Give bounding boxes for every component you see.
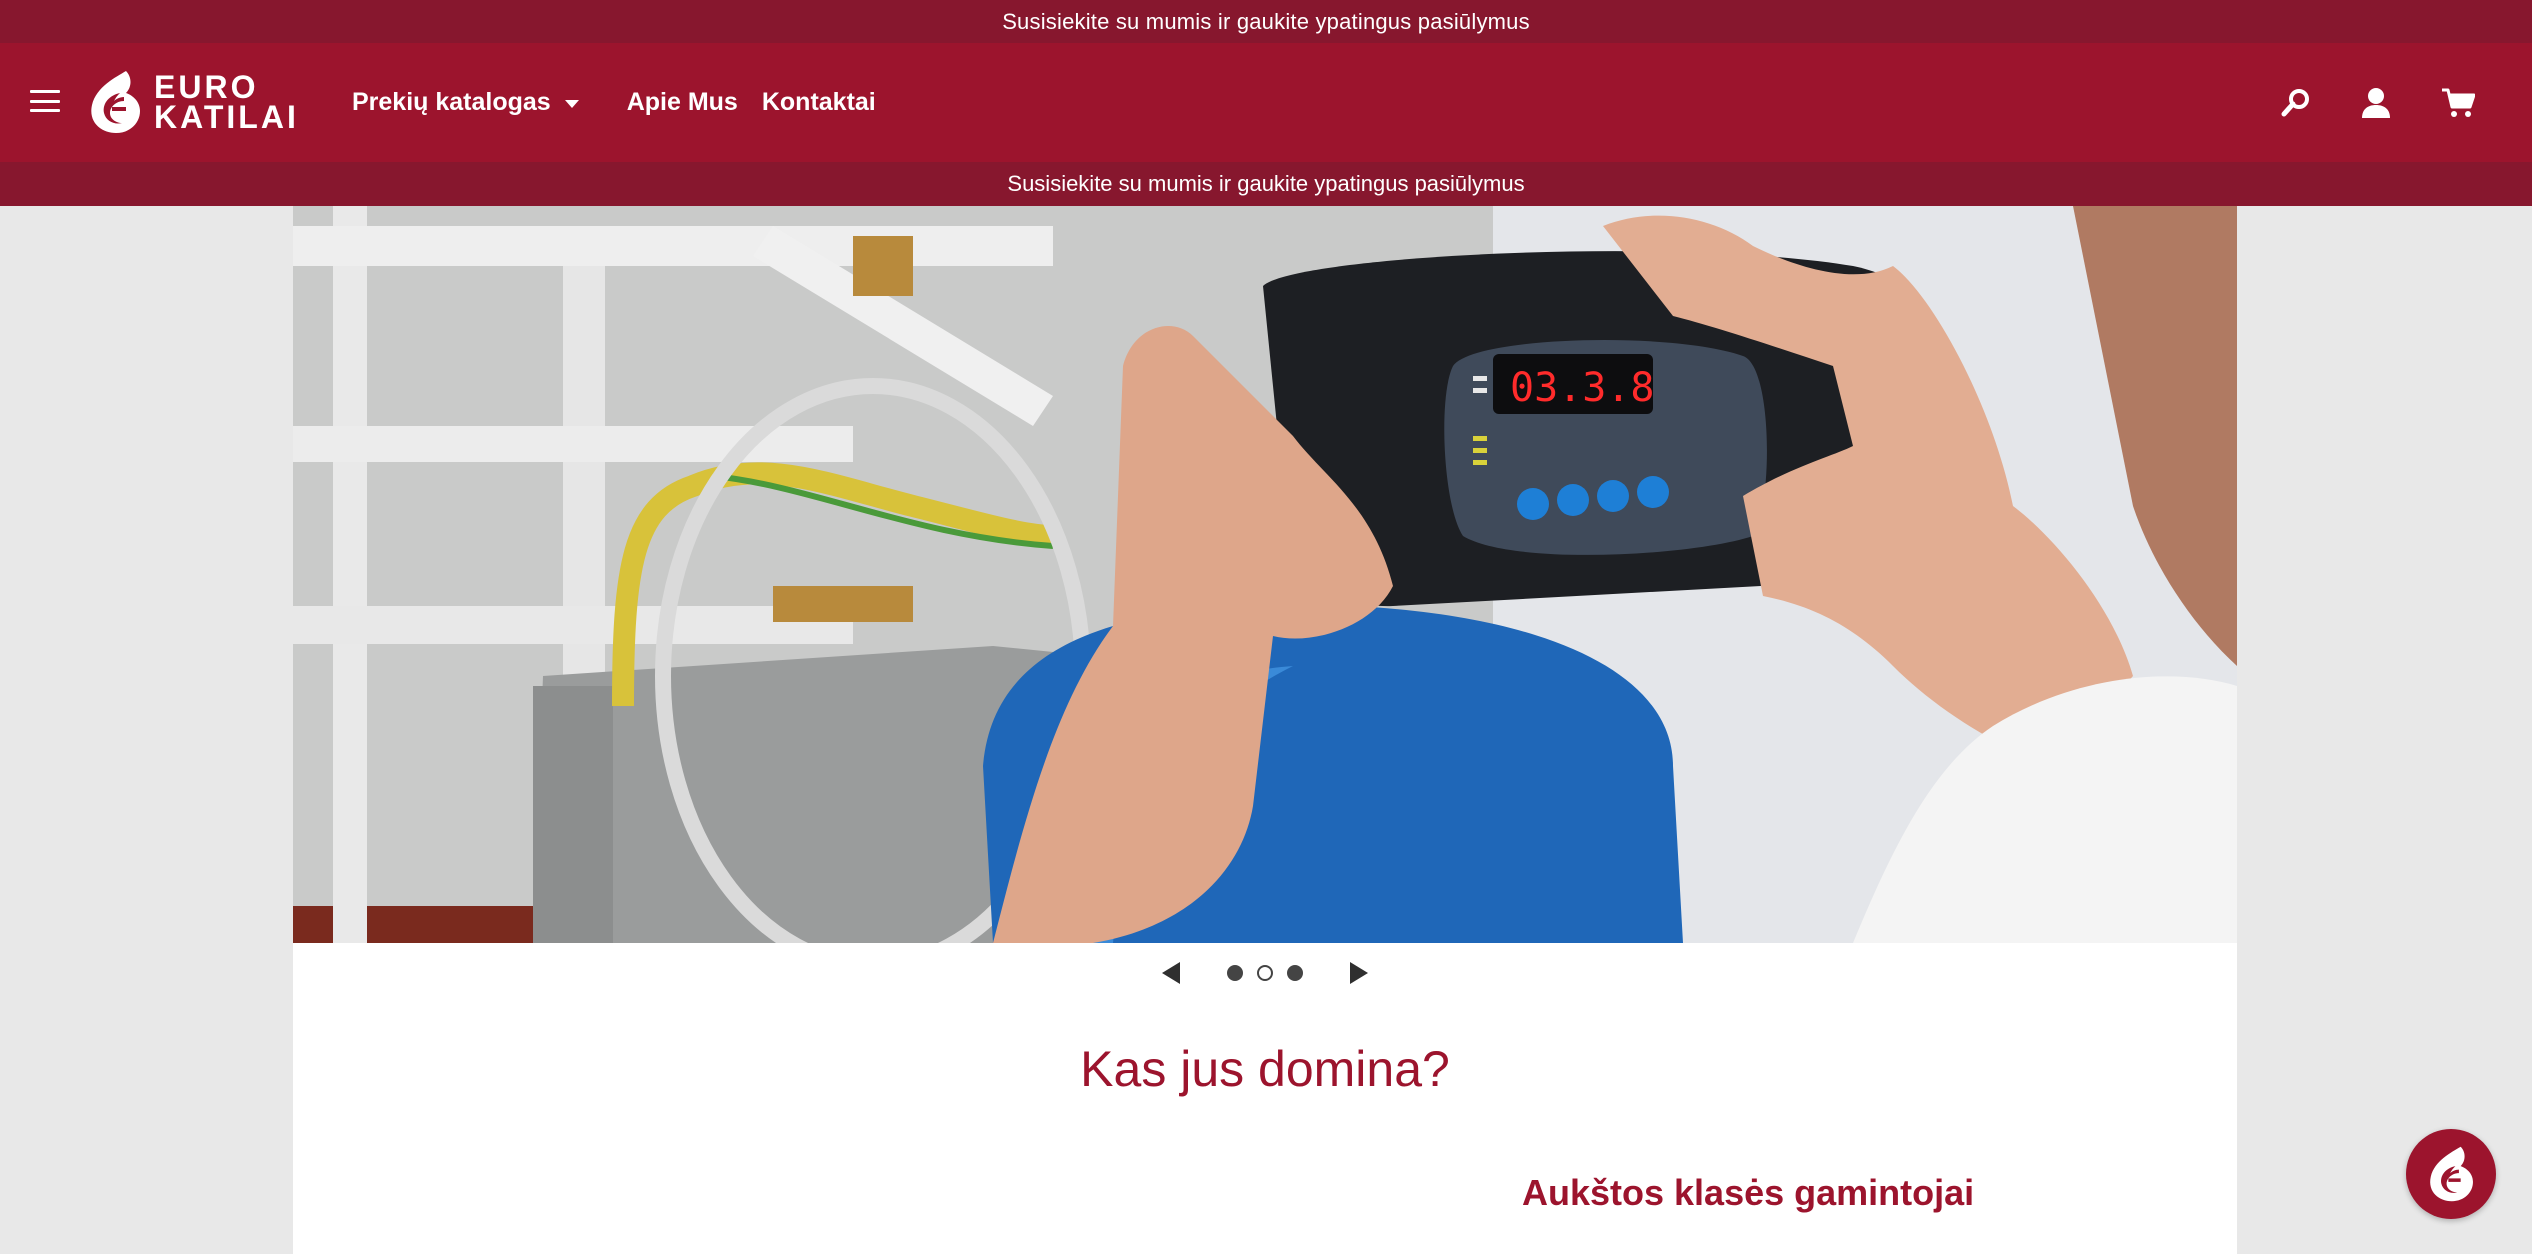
nav-contacts-label: Kontaktai: [761, 88, 876, 116]
nav-about-link[interactable]: Apie Mus: [627, 88, 738, 117]
logo-flame-icon: [2430, 1146, 2473, 1202]
slider-next-arrow-icon[interactable]: [1344, 958, 1374, 988]
caret-down-icon: [564, 99, 579, 108]
cart-icon[interactable]: [2438, 83, 2478, 123]
hero-slider-controls: [293, 943, 2237, 1003]
promo-sub-text: Susisiekite su mumis ir gaukite ypatingu…: [1007, 171, 1525, 196]
menu-icon[interactable]: [30, 87, 60, 115]
logo-text-line1: EURO: [154, 69, 259, 105]
user-icon[interactable]: [2356, 83, 2396, 123]
slider-dot-1[interactable]: [1227, 965, 1243, 981]
promo-top-text: Susisiekite su mumis ir gaukite ypatingu…: [1002, 8, 1530, 34]
main-nav: Prekių katalogas Apie Mus Kontaktai: [352, 43, 876, 162]
chat-launcher-button[interactable]: [2406, 1129, 2496, 1219]
hero-illustration: 03.3.8: [293, 206, 2237, 943]
nav-catalog-label: Prekių katalogas: [352, 88, 551, 116]
slider-prev-arrow-icon[interactable]: [1156, 958, 1186, 988]
logo-flame-icon: [91, 71, 140, 133]
slider-dot-3[interactable]: [1287, 965, 1303, 981]
site-logo[interactable]: EURO KATILAI: [86, 67, 299, 137]
promo-banner-sub: Susisiekite su mumis ir gaukite ypatingu…: [0, 162, 2532, 206]
slider-dot-2-active[interactable]: [1257, 965, 1273, 981]
promo-banner-top: Susisiekite su mumis ir gaukite ypatingu…: [0, 0, 2532, 43]
search-icon[interactable]: [2276, 83, 2316, 123]
section-heading-interests: Kas jus domina?: [1080, 1041, 1450, 1097]
hero-display-digits: 03.3.8: [1510, 365, 1655, 411]
nav-catalog-dropdown[interactable]: Prekių katalogas: [352, 88, 579, 117]
hero-slide-image[interactable]: 03.3.8: [293, 206, 2237, 943]
site-header: EURO KATILAI Prekių katalogas Apie Mus K…: [0, 43, 2532, 162]
nav-contacts-link[interactable]: Kontaktai: [762, 88, 876, 117]
logo-text-line2: KATILAI: [154, 99, 299, 135]
main-content: 03.3.8 Kas jus domina? Aukštos klasės ga…: [293, 206, 2237, 1254]
sub-heading-manufacturers: Aukštos klasės gamintojai: [1522, 1172, 1975, 1213]
nav-about-label: Apie Mus: [626, 88, 738, 116]
